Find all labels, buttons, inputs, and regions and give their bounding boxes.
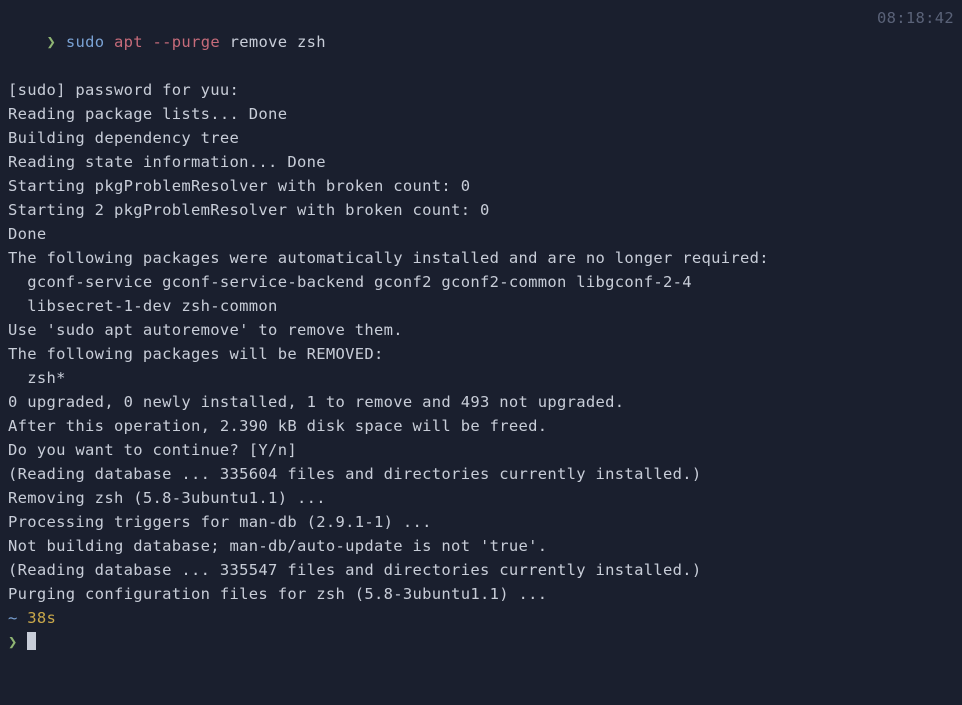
- output-line: Starting 2 pkgProblemResolver with broke…: [8, 198, 954, 222]
- output-line: Reading package lists... Done: [8, 102, 954, 126]
- output-line: After this operation, 2.390 kB disk spac…: [8, 414, 954, 438]
- output-line: The following packages will be REMOVED:: [8, 342, 954, 366]
- prompt-symbol: ❯: [8, 633, 18, 651]
- output-line: libsecret-1-dev zsh-common: [8, 294, 954, 318]
- output-line: 0 upgraded, 0 newly installed, 1 to remo…: [8, 390, 954, 414]
- output-line: The following packages were automaticall…: [8, 246, 954, 270]
- output-line: zsh*: [8, 366, 954, 390]
- output-line: Reading state information... Done: [8, 150, 954, 174]
- output-line: gconf-service gconf-service-backend gcon…: [8, 270, 954, 294]
- cmd-sudo: sudo: [66, 33, 105, 51]
- cursor[interactable]: [27, 632, 36, 650]
- output-line: Purging configuration files for zsh (5.8…: [8, 582, 954, 606]
- output-line: (Reading database ... 335547 files and d…: [8, 558, 954, 582]
- duration: 38s: [27, 609, 56, 627]
- output-line: Use 'sudo apt autoremove' to remove them…: [8, 318, 954, 342]
- output-line: Starting pkgProblemResolver with broken …: [8, 174, 954, 198]
- output-line: Building dependency tree: [8, 126, 954, 150]
- output-line: Done: [8, 222, 954, 246]
- status-line: ~ 38s: [8, 606, 954, 630]
- output-line: (Reading database ... 335604 files and d…: [8, 462, 954, 486]
- output-line: Not building database; man-db/auto-updat…: [8, 534, 954, 558]
- cmd-package: zsh: [297, 33, 326, 51]
- timestamp: 08:18:42: [877, 6, 954, 78]
- cmd-apt: apt: [114, 33, 143, 51]
- cmd-action: remove: [230, 33, 288, 51]
- prompt-symbol: ❯: [47, 33, 57, 51]
- output-line: [sudo] password for yuu:: [8, 78, 954, 102]
- output-line: Do you want to continue? [Y/n]: [8, 438, 954, 462]
- command-line: ❯ sudo apt --purge remove zsh 08:18:42: [8, 6, 954, 78]
- output-line: Removing zsh (5.8-3ubuntu1.1) ...: [8, 486, 954, 510]
- prompt-line-empty[interactable]: ❯: [8, 630, 954, 654]
- cmd-flag: --purge: [153, 33, 220, 51]
- output-line: Processing triggers for man-db (2.9.1-1)…: [8, 510, 954, 534]
- cwd-tilde: ~: [8, 609, 18, 627]
